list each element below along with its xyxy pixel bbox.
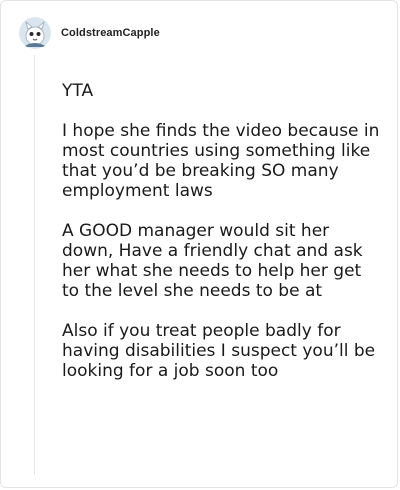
comment-paragraph: YTA bbox=[62, 81, 94, 101]
username[interactable]: ColdstreamCapple bbox=[61, 27, 160, 39]
comment-paragraph: Also if you treat people badly for havin… bbox=[62, 321, 376, 381]
thread-line[interactable] bbox=[34, 55, 35, 475]
comment-paragraph: A GOOD manager would sit her down, Have … bbox=[62, 221, 363, 301]
comment-card: ColdstreamCapple YTA I hope she finds th… bbox=[0, 0, 398, 488]
comment-body: YTA I hope she finds the video because i… bbox=[62, 81, 382, 401]
comment-paragraph: I hope she finds the video because in mo… bbox=[62, 121, 380, 201]
comment-header: ColdstreamCapple bbox=[19, 15, 160, 51]
avatar-icon[interactable] bbox=[19, 17, 51, 49]
